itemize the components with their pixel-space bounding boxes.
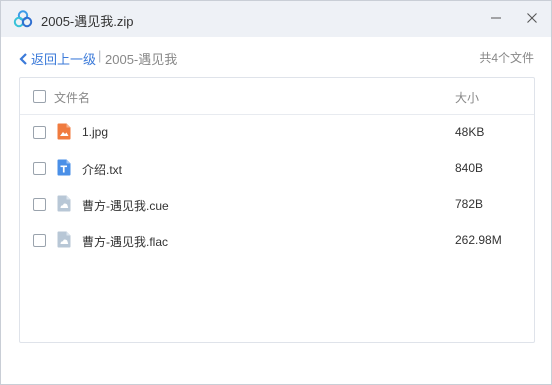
minimize-button[interactable] (481, 5, 511, 31)
file-count: 共4个文件 (479, 51, 534, 65)
list-header: 文件名 大小 (20, 78, 534, 115)
navigation-bar: 返回上一级 | 2005-遇见我 共4个文件 (1, 37, 551, 77)
file-row[interactable]: 介绍.txt 840B (20, 150, 534, 186)
text-file-icon (57, 159, 71, 176)
column-header-size[interactable]: 大小 (455, 89, 479, 106)
file-list-panel: 文件名 大小 1.jpg 48KB 介绍.txt 840B 曹方-遇见我.cue… (19, 77, 535, 343)
minimize-icon (491, 17, 501, 19)
file-row[interactable]: 1.jpg 48KB (20, 114, 534, 150)
row-checkbox[interactable] (33, 198, 46, 211)
generic-file-icon (57, 231, 71, 248)
chevron-left-icon (19, 52, 27, 65)
row-checkbox[interactable] (33, 162, 46, 175)
back-label: 返回上一级 (31, 52, 97, 67)
file-name: 曹方-遇见我.flac (82, 235, 169, 249)
archive-window: 2005-遇见我.zip 返回上一级 | 2005-遇见我 共4个文件 文件名 (0, 0, 552, 385)
window-title: 2005-遇见我.zip (41, 14, 134, 29)
file-size: 782B (455, 197, 484, 211)
breadcrumb-separator: | (98, 48, 102, 63)
file-name: 介绍.txt (82, 163, 123, 177)
title-bar[interactable]: 2005-遇见我.zip (1, 1, 551, 37)
file-name: 曹方-遇见我.cue (82, 199, 169, 213)
back-button[interactable]: 返回上一级 (19, 49, 96, 68)
image-file-icon (57, 123, 71, 140)
close-icon (527, 13, 537, 23)
column-header-name[interactable]: 文件名 (54, 89, 90, 106)
close-button[interactable] (517, 5, 547, 31)
generic-file-icon (57, 195, 71, 212)
row-checkbox[interactable] (33, 234, 46, 247)
file-row[interactable]: 曹方-遇见我.flac 262.98M (20, 222, 534, 258)
file-name: 1.jpg (82, 125, 109, 139)
select-all-checkbox[interactable] (33, 90, 46, 103)
breadcrumb-current-folder: 2005-遇见我 (105, 52, 178, 67)
file-size: 840B (455, 161, 484, 175)
file-row[interactable]: 曹方-遇见我.cue 782B (20, 186, 534, 222)
app-logo-icon (13, 10, 33, 28)
file-size: 262.98M (455, 233, 502, 247)
file-size: 48KB (455, 125, 485, 139)
row-checkbox[interactable] (33, 126, 46, 139)
